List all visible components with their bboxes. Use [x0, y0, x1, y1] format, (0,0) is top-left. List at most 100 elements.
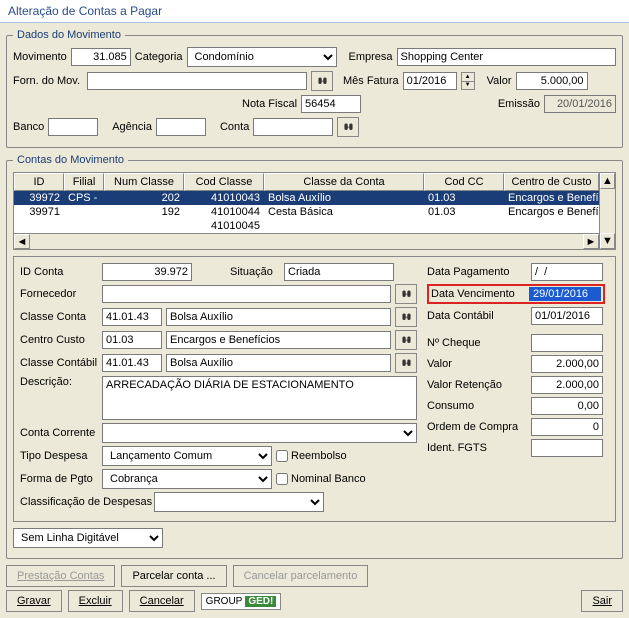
mes-fatura-spinner[interactable]: ▲▼ [461, 72, 475, 90]
binoculars-icon [342, 121, 355, 134]
movimento-label: Movimento [13, 51, 67, 63]
excluir-button[interactable]: Excluir [68, 590, 123, 612]
conta-corrente-select[interactable] [102, 423, 417, 443]
cancelar-button[interactable]: Cancelar [129, 590, 195, 612]
ordem-label: Ordem de Compra [427, 421, 527, 433]
col-filial[interactable]: Filial [64, 173, 104, 191]
scroll-down-icon[interactable]: ▼ [600, 233, 615, 249]
forma-pgto-select[interactable]: Cobrança [102, 469, 272, 489]
binoculars-icon [400, 288, 413, 301]
sair-button[interactable]: Sair [581, 590, 623, 612]
classe-contabil-search-button[interactable] [395, 353, 417, 373]
horizontal-scrollbar[interactable]: ◄ ► [14, 233, 599, 249]
binoculars-icon [400, 334, 413, 347]
vertical-scrollbar[interactable]: ▲ ▼ [599, 173, 615, 249]
centro-custo-label: Centro Custo [20, 334, 98, 346]
nota-fiscal-input[interactable] [301, 95, 361, 113]
movimento-input[interactable] [71, 48, 131, 66]
contas-legend: Contas do Movimento [13, 154, 128, 166]
valor-ret-input[interactable] [531, 376, 603, 394]
centro-custo-search-button[interactable] [395, 330, 417, 350]
consumo-label: Consumo [427, 400, 527, 412]
classif-select[interactable] [154, 492, 324, 512]
tipo-despesa-label: Tipo Despesa [20, 450, 98, 462]
parcelar-button[interactable]: Parcelar conta ... [121, 565, 226, 587]
ordem-input[interactable] [531, 418, 603, 436]
col-classe-conta[interactable]: Classe da Conta [264, 173, 424, 191]
classe-contabil-desc[interactable] [166, 354, 391, 372]
linha-digitavel-select[interactable]: Sem Linha Digitável [13, 528, 163, 548]
classe-conta-search-button[interactable] [395, 307, 417, 327]
conta-corrente-label: Conta Corrente [20, 427, 98, 439]
contas-grid[interactable]: ID Filial Num Classe Cod Classe Classe d… [13, 172, 616, 250]
banco-input[interactable] [48, 118, 98, 136]
situacao-input[interactable] [284, 263, 394, 281]
table-row[interactable]: 3997119241010044Cesta Básica01.03Encargo… [14, 205, 599, 219]
data-pagto-label: Data Pagamento [427, 266, 527, 278]
valor2-input[interactable] [531, 355, 603, 373]
scroll-left-icon[interactable]: ◄ [14, 234, 30, 249]
mes-fatura-input[interactable] [403, 72, 457, 90]
categoria-label: Categoria [135, 51, 183, 63]
table-row[interactable]: 39972CPS -20241010043Bolsa Auxílio01.03E… [14, 191, 599, 205]
agencia-input[interactable] [156, 118, 206, 136]
reembolso-checkbox[interactable]: Reembolso [276, 450, 347, 462]
centro-custo-cod[interactable] [102, 331, 162, 349]
mes-fatura-label: Mês Fatura [343, 75, 399, 87]
emissao-input [544, 95, 616, 113]
id-conta-label: ID Conta [20, 266, 98, 278]
valor-label: Valor [487, 75, 512, 87]
scroll-up-icon[interactable]: ▲ [600, 173, 615, 189]
col-cod-cc[interactable]: Cod CC [424, 173, 504, 191]
classe-conta-cod[interactable] [102, 308, 162, 326]
descricao-label: Descrição: [20, 376, 98, 388]
nota-fiscal-label: Nota Fiscal [242, 98, 297, 110]
empresa-input[interactable] [397, 48, 616, 66]
situacao-label: Situação [230, 266, 280, 278]
dados-legend: Dados do Movimento [13, 29, 125, 41]
fornecedor-input[interactable] [102, 285, 391, 303]
classif-label: Classificação de Despesas [20, 496, 150, 508]
classe-contabil-cod[interactable] [102, 354, 162, 372]
n-cheque-input[interactable] [531, 334, 603, 352]
centro-custo-desc[interactable] [166, 331, 391, 349]
conta-input[interactable] [253, 118, 333, 136]
consumo-input[interactable] [531, 397, 603, 415]
data-vencimento-highlight: Data Vencimento 29/01/2016 [427, 284, 605, 304]
col-num-classe[interactable]: Num Classe [104, 173, 184, 191]
ident-label: Ident. FGTS [427, 442, 527, 454]
classe-conta-desc[interactable] [166, 308, 391, 326]
classe-conta-label: Classe Conta [20, 311, 98, 323]
ged-label: GED! [245, 596, 276, 607]
nominal-label: Nominal Banco [291, 473, 366, 485]
id-conta-input[interactable] [102, 263, 192, 281]
categoria-select[interactable]: Condomínio [187, 47, 337, 67]
col-id[interactable]: ID [14, 173, 64, 191]
data-venc-label: Data Vencimento [431, 288, 525, 300]
emissao-label: Emissão [498, 98, 540, 110]
data-venc-value[interactable]: 29/01/2016 [529, 287, 601, 301]
ident-input[interactable] [531, 439, 603, 457]
col-cod-classe[interactable]: Cod Classe [184, 173, 264, 191]
forn-search-button[interactable] [311, 71, 333, 91]
binoculars-icon [400, 357, 413, 370]
group-label: GROUP [206, 596, 243, 607]
banco-label: Banco [13, 121, 44, 133]
descricao-textarea[interactable]: ARRECADAÇÃO DIÁRIA DE ESTACIONAMENTO [102, 376, 417, 420]
conta-search-button[interactable] [337, 117, 359, 137]
table-row[interactable]: 41010045 [14, 219, 599, 229]
chevron-up-icon[interactable]: ▲ [462, 73, 474, 82]
valor2-label: Valor [427, 358, 527, 370]
valor-input[interactable] [516, 72, 588, 90]
tipo-despesa-select[interactable]: Lançamento Comum [102, 446, 272, 466]
forn-input[interactable] [87, 72, 307, 90]
col-centro-custo[interactable]: Centro de Custo [504, 173, 599, 191]
data-pagto-input[interactable] [531, 263, 603, 281]
group-ged-button[interactable]: GROUP GED! [201, 593, 282, 610]
data-contabil-input[interactable] [531, 307, 603, 325]
gravar-button[interactable]: Gravar [6, 590, 62, 612]
fornecedor-search-button[interactable] [395, 284, 417, 304]
nominal-checkbox[interactable]: Nominal Banco [276, 473, 366, 485]
chevron-down-icon[interactable]: ▼ [462, 82, 474, 90]
scroll-right-icon[interactable]: ► [583, 234, 599, 249]
